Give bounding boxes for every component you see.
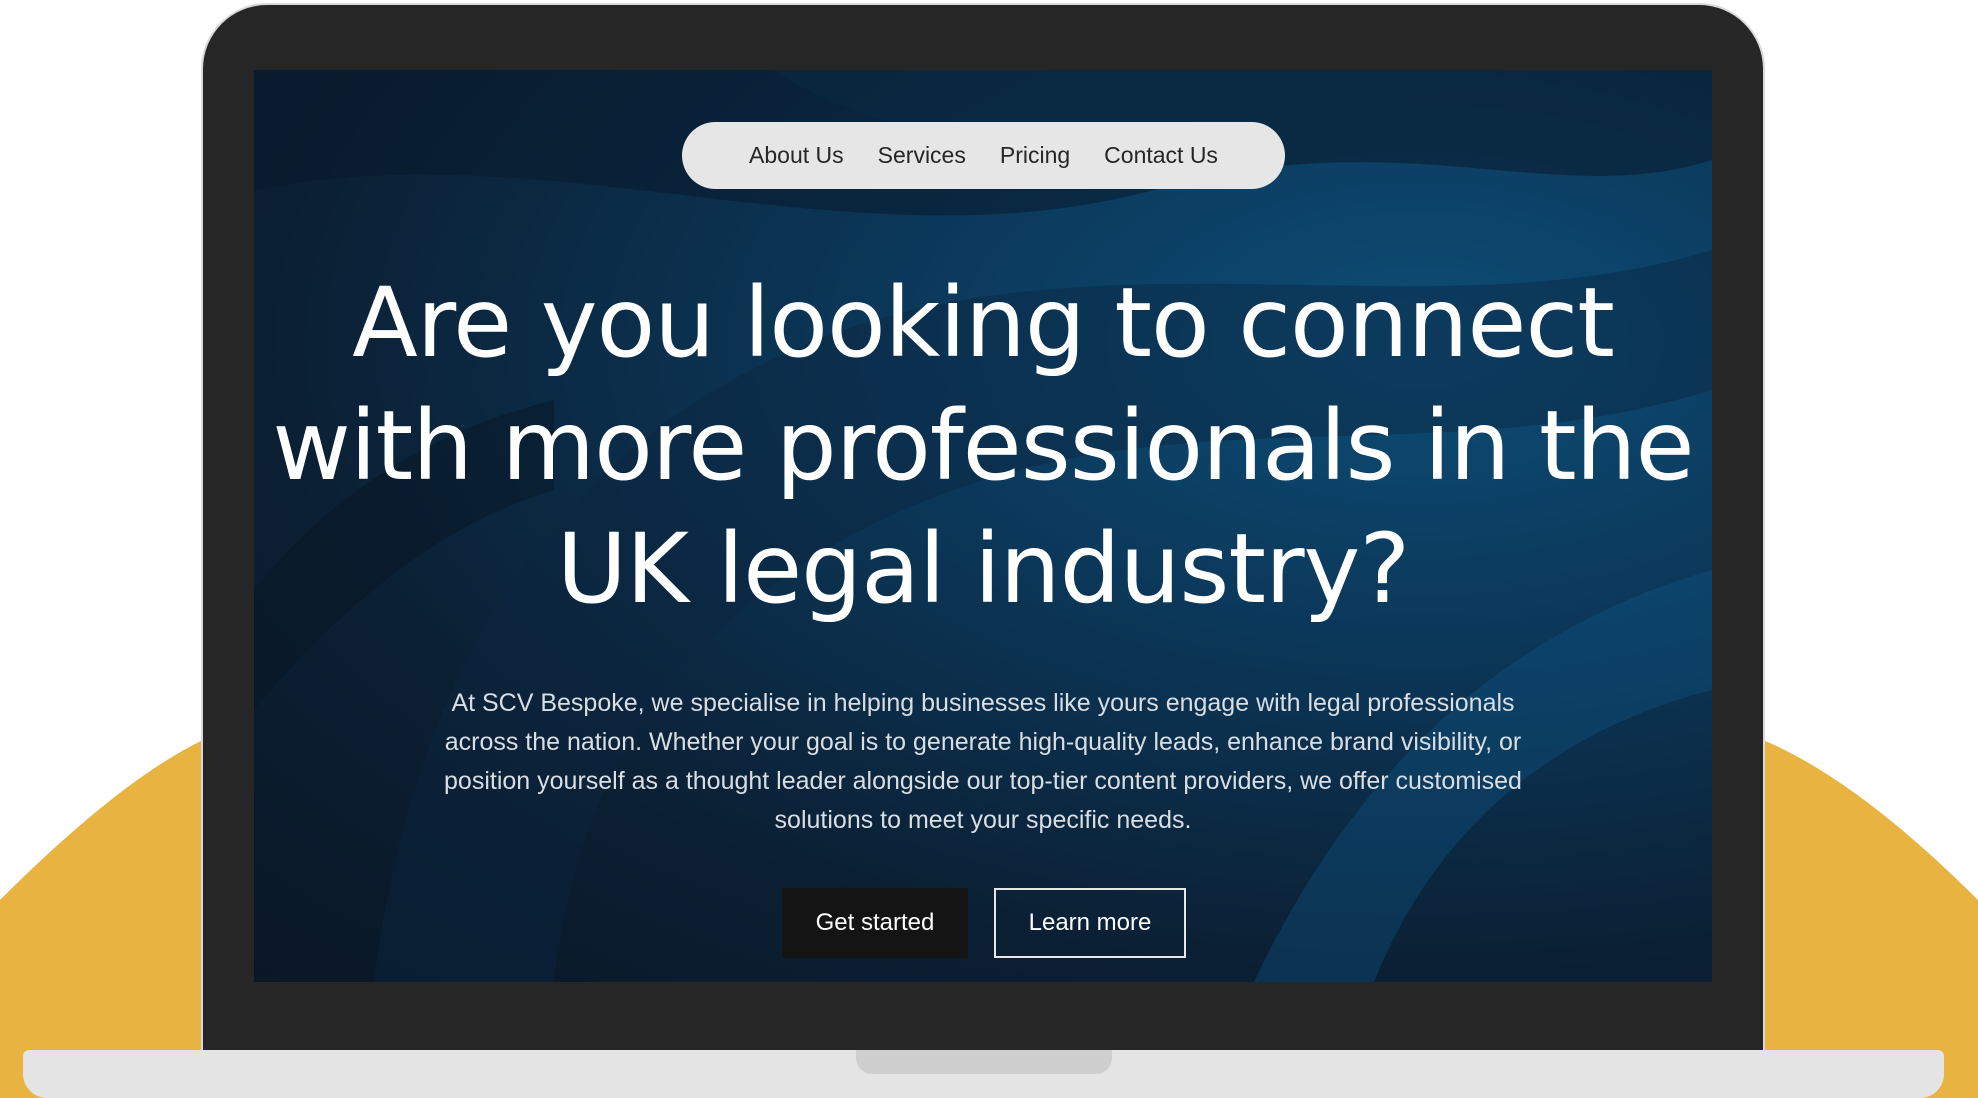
get-started-button[interactable]: Get started <box>782 888 968 958</box>
description-line-2: across the nation. Whether your goal is … <box>444 728 1522 756</box>
nav-link-about-us[interactable]: About Us <box>749 142 844 169</box>
headline-line-3: UK legal industry? <box>556 513 1411 625</box>
website-screen: About Us Services Pricing Contact Us Are… <box>254 70 1712 982</box>
nav-link-pricing[interactable]: Pricing <box>1000 142 1070 169</box>
headline-line-2: with more professionals in the <box>272 390 1694 502</box>
learn-more-button[interactable]: Learn more <box>994 888 1186 958</box>
headline-line-1: Are you looking to connect <box>352 267 1615 379</box>
nav-link-services[interactable]: Services <box>878 142 966 169</box>
laptop-notch <box>856 1050 1112 1074</box>
nav-link-contact-us[interactable]: Contact Us <box>1104 142 1218 169</box>
description-line-1: At SCV Bespoke, we specialise in helping… <box>451 689 1515 717</box>
description-line-4: solutions to meet your specific needs. <box>774 806 1192 834</box>
description-line-3: position yourself as a thought leader al… <box>444 767 1522 795</box>
hero-headline: Are you looking to connect with more pro… <box>254 262 1712 631</box>
top-navigation: About Us Services Pricing Contact Us <box>682 122 1285 189</box>
hero-description: At SCV Bespoke, we specialise in helping… <box>384 684 1582 840</box>
